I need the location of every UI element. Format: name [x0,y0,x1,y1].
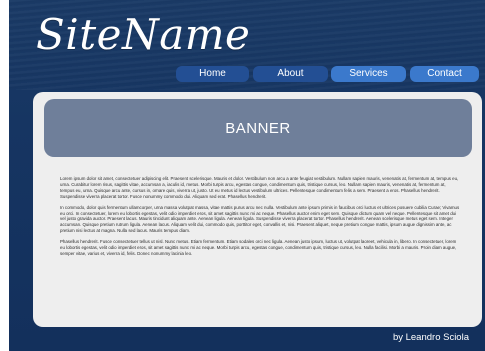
paragraph-2: In commodo, dolor quis fermentum ullamco… [60,204,460,234]
nav-contact-button[interactable]: Contact [410,66,479,82]
content-card: BANNER Lorem ipsum dolor sit amet, conse… [33,92,482,327]
nav-about-button[interactable]: About [253,66,328,82]
nav-contact-label: Contact [427,68,462,79]
nav-home-label: Home [199,68,226,79]
site-logo-text[interactable]: SiteName [36,10,250,60]
footer-credit: by Leandro Sciola [392,332,469,343]
paragraph-3: Phasellus hendrerit. Fusce consectetuer … [60,239,457,256]
banner: BANNER [44,99,472,157]
paragraph-1: Lorem ipsum dolor sit amet, consectetuer… [60,176,459,199]
nav-about-label: About [277,68,304,79]
site-header-panel: SiteName Home About Services Contact BAN… [9,0,485,351]
body-text: Lorem ipsum dolor sit amet, consectetuer… [60,176,460,262]
nav-services-label: Services [349,68,388,79]
nav-services-button[interactable]: Services [331,66,406,82]
banner-text: BANNER [225,119,291,137]
page: SiteName Home About Services Contact BAN… [0,0,485,351]
nav-home-button[interactable]: Home [176,66,249,82]
